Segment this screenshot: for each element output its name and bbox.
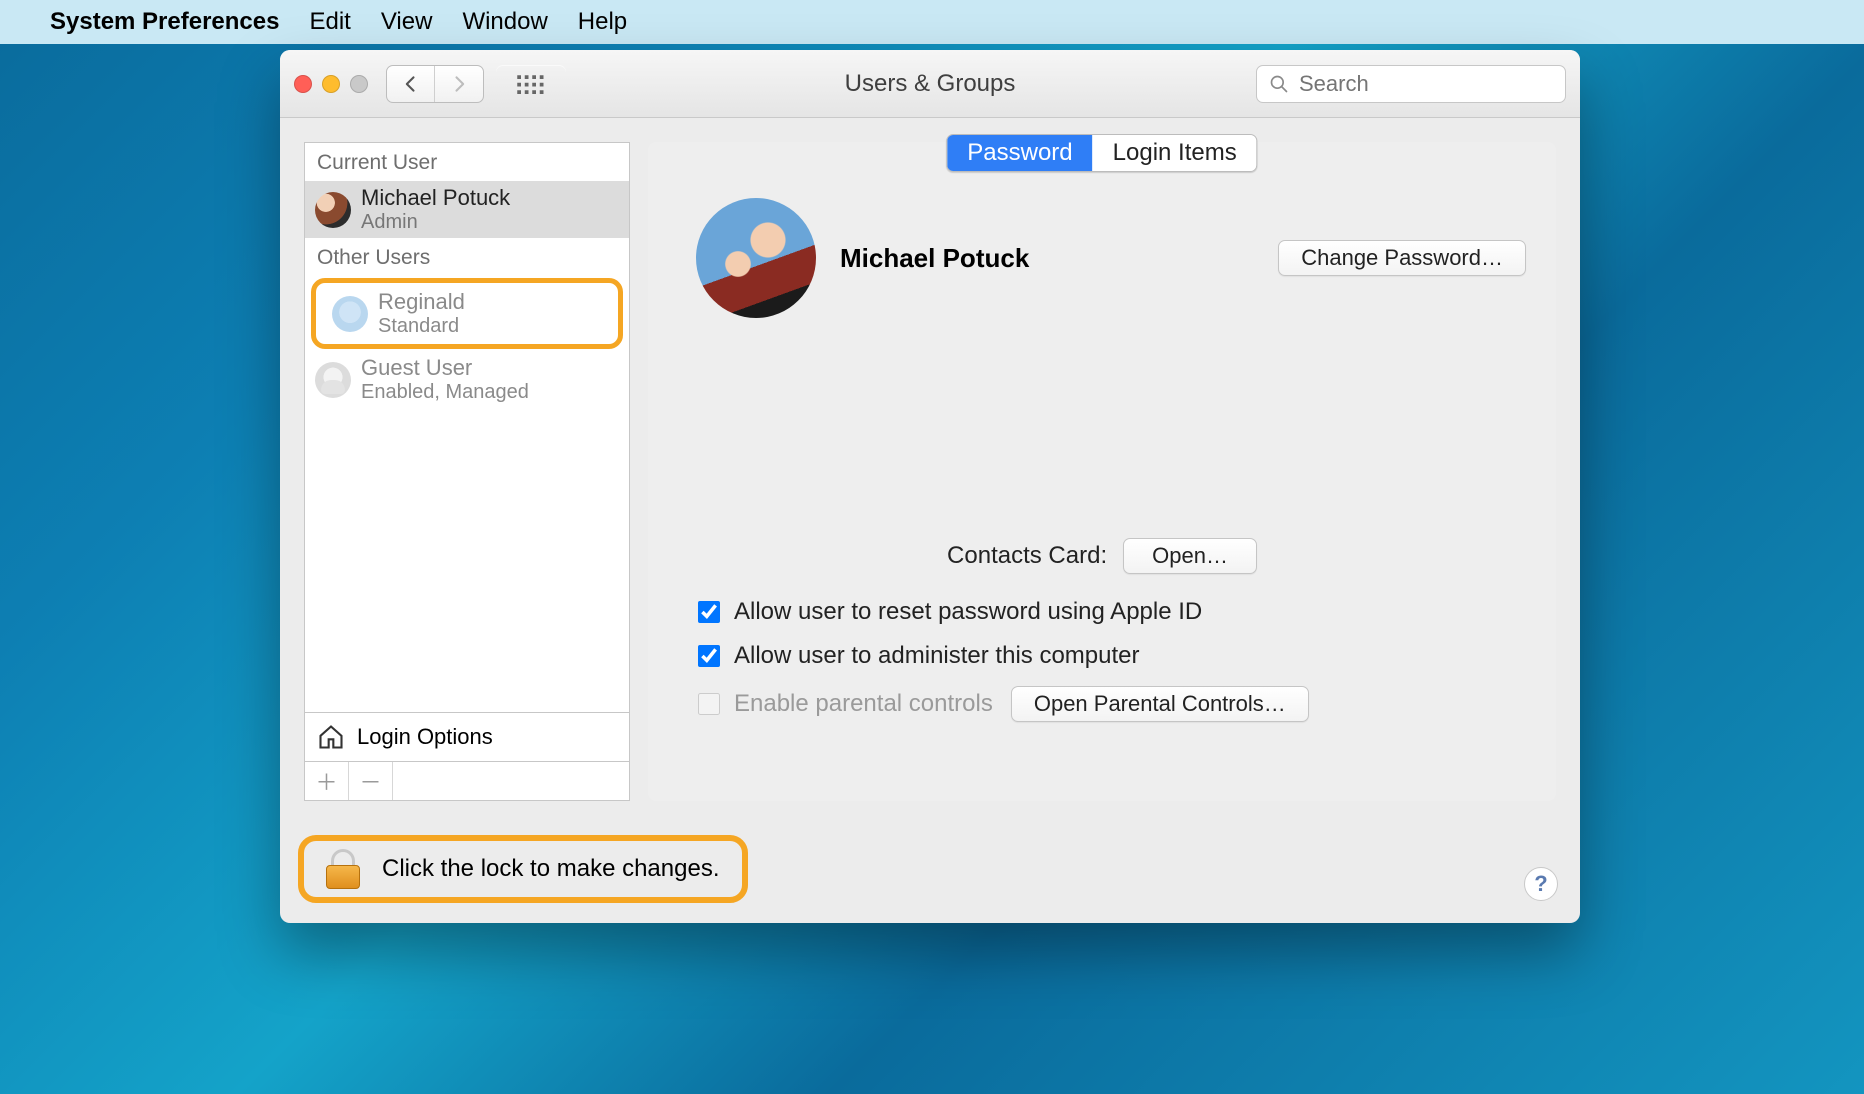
close-window-icon[interactable] <box>294 75 312 93</box>
other-users-header: Other Users <box>305 238 629 276</box>
annotation-highlight-lock: Click the lock to make changes. <box>298 835 748 903</box>
menu-help[interactable]: Help <box>578 8 627 36</box>
avatar-icon <box>332 296 368 332</box>
allow-reset-password-checkbox[interactable] <box>698 601 720 623</box>
enable-parental-row[interactable]: Enable parental controls <box>698 690 993 718</box>
allow-reset-password-label: Allow user to reset password using Apple… <box>734 598 1202 626</box>
window-controls <box>294 75 368 93</box>
user-list: Current User Michael Potuck Admin Other … <box>304 142 630 712</box>
app-name[interactable]: System Preferences <box>50 8 279 36</box>
enable-parental-checkbox[interactable] <box>698 693 720 715</box>
add-user-button[interactable]: ＋ <box>305 762 349 800</box>
help-button[interactable]: ? <box>1524 867 1558 901</box>
avatar-icon <box>315 362 351 398</box>
user-avatar[interactable] <box>696 198 816 318</box>
user-name-label: Guest User <box>361 355 529 381</box>
nav-back-forward <box>386 65 484 103</box>
user-name-label: Reginald <box>378 289 465 315</box>
user-display-name: Michael Potuck <box>840 243 1029 274</box>
open-parental-controls-button[interactable]: Open Parental Controls… <box>1011 686 1309 722</box>
avatar-icon <box>315 192 351 228</box>
user-role-label: Standard <box>378 315 465 338</box>
login-options-row[interactable]: Login Options <box>304 712 630 762</box>
user-role-label: Admin <box>361 211 510 234</box>
house-icon <box>317 723 345 751</box>
user-options: Allow user to reset password using Apple… <box>698 598 1556 722</box>
menu-edit[interactable]: Edit <box>309 8 350 36</box>
current-user-header: Current User <box>305 143 629 181</box>
chevron-left-icon <box>401 74 421 94</box>
search-field[interactable] <box>1256 65 1566 103</box>
user-name-label: Michael Potuck <box>361 185 510 211</box>
open-contacts-button[interactable]: Open… <box>1123 538 1257 574</box>
search-icon <box>1269 74 1289 94</box>
annotation-highlight-user: Reginald Standard <box>311 278 623 349</box>
contacts-card-label: Contacts Card: <box>947 542 1107 570</box>
tab-password[interactable]: Password <box>947 135 1092 171</box>
content-area: Current User Michael Potuck Admin Other … <box>280 118 1580 811</box>
enable-parental-label: Enable parental controls <box>734 690 993 718</box>
preferences-window: Users & Groups Current User Michael Potu… <box>280 50 1580 923</box>
zoom-window-icon <box>350 75 368 93</box>
grid-icon <box>516 74 546 94</box>
tab-bar: Password Login Items <box>946 134 1257 172</box>
login-options-label: Login Options <box>357 724 493 750</box>
back-button[interactable] <box>387 66 435 102</box>
allow-administer-label: Allow user to administer this computer <box>734 642 1140 670</box>
show-all-button[interactable] <box>496 65 566 103</box>
lock-icon[interactable] <box>326 849 360 889</box>
chevron-right-icon <box>449 74 469 94</box>
remove-user-button[interactable]: － <box>349 762 393 800</box>
menubar: System Preferences Edit View Window Help <box>0 0 1864 44</box>
user-role-label: Enabled, Managed <box>361 381 529 404</box>
change-password-button[interactable]: Change Password… <box>1278 240 1526 276</box>
sidebar-user-reginald[interactable]: Reginald Standard <box>322 285 612 342</box>
contacts-card-row: Contacts Card: Open… <box>648 538 1556 574</box>
user-detail-panel: Password Login Items Michael Potuck Chan… <box>648 142 1556 801</box>
sidebar-user-guest[interactable]: Guest User Enabled, Managed <box>305 351 629 408</box>
allow-administer-checkbox[interactable] <box>698 645 720 667</box>
tab-login-items[interactable]: Login Items <box>1093 135 1257 171</box>
parental-controls-row: Enable parental controls Open Parental C… <box>698 686 1556 722</box>
lock-row: Click the lock to make changes. ? <box>298 835 1562 903</box>
add-remove-user-controls: ＋ － <box>304 762 630 801</box>
allow-reset-password-row[interactable]: Allow user to reset password using Apple… <box>698 598 1556 626</box>
allow-administer-row[interactable]: Allow user to administer this computer <box>698 642 1556 670</box>
menu-view[interactable]: View <box>381 8 433 36</box>
titlebar: Users & Groups <box>280 50 1580 118</box>
search-input[interactable] <box>1299 71 1553 97</box>
forward-button[interactable] <box>435 66 483 102</box>
lock-hint-label: Click the lock to make changes. <box>382 855 720 883</box>
minimize-window-icon[interactable] <box>322 75 340 93</box>
menu-window[interactable]: Window <box>462 8 547 36</box>
users-sidebar: Current User Michael Potuck Admin Other … <box>304 142 630 801</box>
sidebar-user-current[interactable]: Michael Potuck Admin <box>305 181 629 238</box>
